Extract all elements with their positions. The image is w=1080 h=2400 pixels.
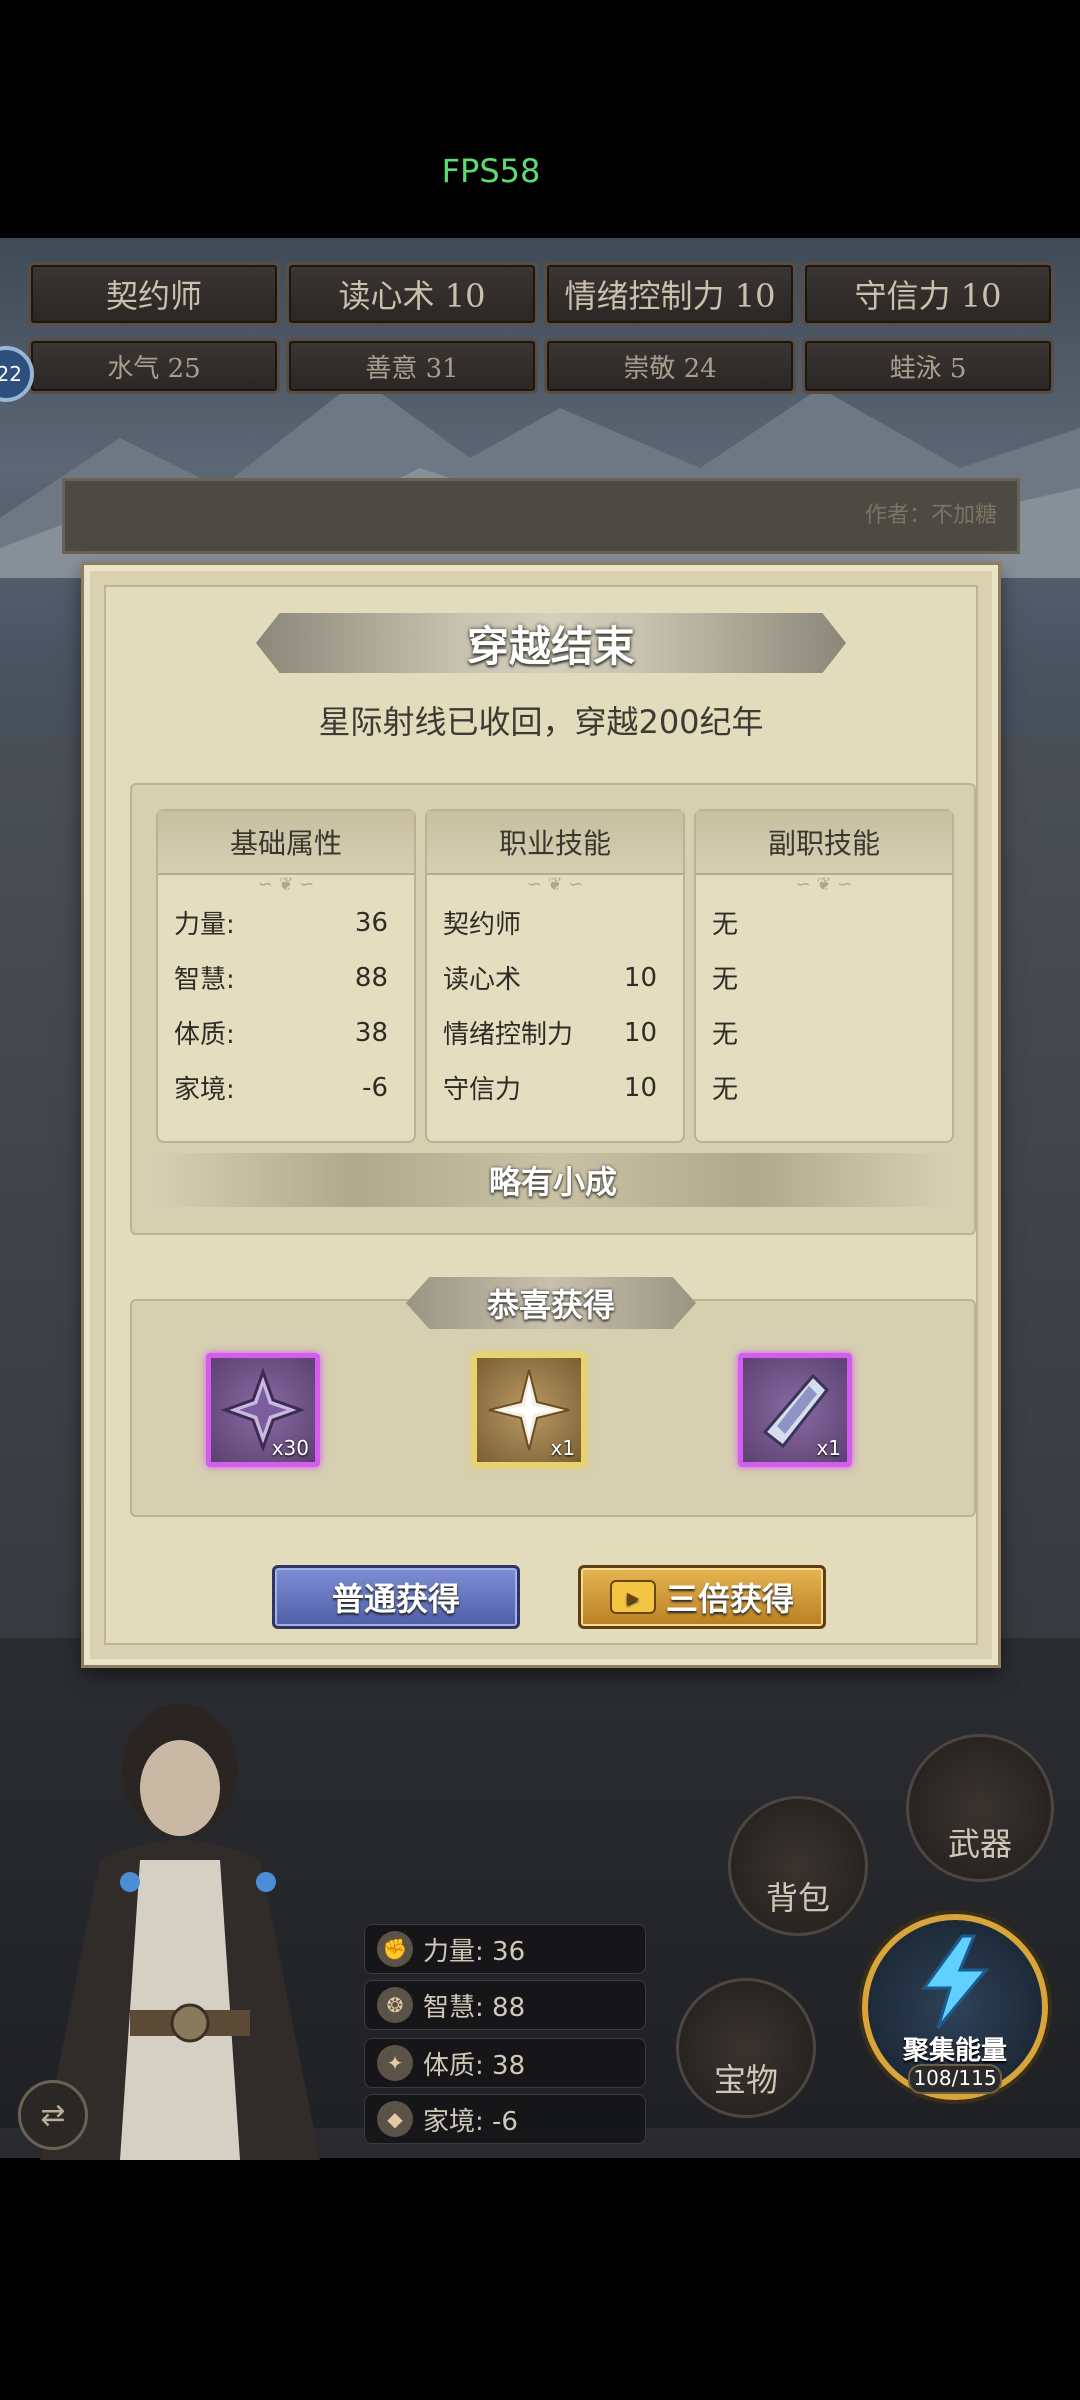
stats-summary-box: 基础属性 ∽ ❦ ∽ 力量: 36 智慧: 88 体质: 38 家境: -6 职业技能 …: [130, 783, 976, 1235]
dialog-title: 穿越结束: [466, 621, 635, 671]
skill-chip-water[interactable]: 水气 25: [28, 338, 280, 394]
bag-button[interactable]: 背包: [728, 1796, 868, 1936]
fps-counter: FPS58: [441, 152, 541, 190]
attribute-row: 力量: 36: [158, 895, 414, 950]
ornament-divider: ∽ ❦ ∽: [795, 874, 853, 895]
brain-icon: ❂: [377, 1987, 413, 2023]
skill-row: 读心术 10: [427, 950, 683, 1005]
skill-row: 守信力 10: [427, 1060, 683, 1115]
side-skill-row: 无: [696, 1005, 952, 1060]
hud-stat-constitution: ✦ 体质: 38: [364, 2038, 646, 2088]
hud-stat-family: ◆ 家境: -6: [364, 2094, 646, 2144]
row-value: 38: [354, 1017, 388, 1048]
hud-stat-strength: ✊ 力量: 36: [364, 1924, 646, 1974]
triple-claim-label: 三倍获得: [665, 1580, 794, 1618]
row-value: 88: [354, 962, 388, 993]
hud-stat-text: 力量: 36: [423, 1936, 526, 1967]
diamond-icon: ◆: [377, 2101, 413, 2137]
skill-chip-trust[interactable]: 守信力 10: [802, 262, 1054, 326]
row-label: 契约师: [443, 910, 522, 940]
row-label: 力量:: [174, 910, 235, 940]
fist-icon: ✊: [377, 1931, 413, 1967]
column-header: 职业技能: [427, 811, 683, 875]
reward-quantity: x1: [816, 1436, 841, 1460]
treasure-button[interactable]: 宝物: [676, 1978, 816, 2118]
dialog-inner-frame: 穿越结束 星际射线已收回，穿越200纪年 基础属性 ∽ ❦ ∽ 力量: 36 智慧…: [104, 585, 978, 1645]
skill-row: 契约师: [427, 895, 683, 950]
side-skill-row: 无: [696, 950, 952, 1005]
energy-count: 108/115: [908, 2064, 1002, 2094]
ornament-divider: ∽ ❦ ∽: [257, 874, 315, 895]
reward-quantity: x1: [550, 1436, 575, 1460]
row-value: 10: [623, 1017, 657, 1048]
video-play-icon: ▶: [609, 1580, 656, 1614]
row-label: 情绪控制力: [443, 1020, 574, 1050]
column-header: 基础属性: [158, 811, 414, 875]
skill-chip-breaststroke[interactable]: 蛙泳 5: [802, 338, 1054, 394]
row-label: 智慧:: [174, 965, 235, 995]
skill-chip-contractor[interactable]: 契约师: [28, 262, 280, 326]
side-skill-row: 无: [696, 1060, 952, 1115]
row-label: 读心术: [443, 965, 522, 995]
hud-stat-text: 体质: 38: [423, 2050, 526, 2081]
row-label: 守信力: [443, 1075, 522, 1105]
column-side-skills: 副职技能 ∽ ❦ ∽ 无 无 无 无: [694, 809, 954, 1143]
row-value: 36: [354, 907, 388, 938]
reward-item-purple-star[interactable]: x30: [206, 1353, 320, 1467]
skill-chip-emotion-control[interactable]: 情绪控制力 10: [544, 262, 796, 326]
ornament-divider: ∽ ❦ ∽: [526, 874, 584, 895]
background-panel: 作者：不加糖: [62, 478, 1020, 554]
skill-chip-mind-reading[interactable]: 读心术 10: [286, 262, 538, 326]
energy-label: 聚集能量: [902, 2036, 1007, 2066]
rating-banner: 略有小成: [156, 1153, 950, 1207]
column-header: 副职技能: [696, 811, 952, 875]
arm-icon: ✦: [377, 2045, 413, 2081]
weapon-label: 武器: [947, 1825, 1012, 1863]
travel-end-dialog: 穿越结束 星际射线已收回，穿越200纪年 基础属性 ∽ ❦ ∽ 力量: 36 智慧…: [84, 565, 998, 1665]
player-character: [40, 1704, 320, 2160]
skill-chip-kindness[interactable]: 善意 31: [286, 338, 538, 394]
hud-stat-text: 智慧: 88: [423, 1992, 526, 2023]
dialog-subtitle: 星际射线已收回，穿越200纪年: [318, 703, 764, 741]
row-value: 10: [623, 1072, 657, 1103]
row-label: 家境:: [174, 1075, 235, 1105]
triple-claim-button[interactable]: ▶ 三倍获得: [578, 1565, 826, 1629]
treasure-label: 宝物: [713, 2061, 778, 2099]
column-job-skills: 职业技能 ∽ ❦ ∽ 契约师 读心术 10 情绪控制力 10 守信力 10: [425, 809, 685, 1143]
lightning-icon: [921, 1934, 990, 2029]
swap-icon[interactable]: ⇄: [18, 2080, 88, 2150]
reward-item-crystal[interactable]: x1: [738, 1353, 852, 1467]
normal-claim-button[interactable]: 普通获得: [272, 1565, 520, 1629]
gather-energy-button[interactable]: 聚集能量 108/115: [862, 1914, 1048, 2100]
row-label: 无: [712, 1020, 739, 1050]
attribute-row: 智慧: 88: [158, 950, 414, 1005]
column-basic-attributes: 基础属性 ∽ ❦ ∽ 力量: 36 智慧: 88 体质: 38 家境: -6: [156, 809, 416, 1143]
row-label: 无: [712, 1075, 739, 1105]
weapon-button[interactable]: 武器: [906, 1734, 1054, 1882]
row-label: 无: [712, 910, 739, 940]
reward-title: 恭喜获得: [486, 1286, 615, 1324]
row-label: 无: [712, 965, 739, 995]
author-label: 作者：不加糖: [864, 503, 997, 528]
hud-stat-wisdom: ❂ 智慧: 88: [364, 1980, 646, 2030]
skill-row: 情绪控制力 10: [427, 1005, 683, 1060]
reward-item-gold-star[interactable]: x1: [472, 1353, 586, 1467]
bag-label: 背包: [765, 1879, 830, 1917]
side-skill-row: 无: [696, 895, 952, 950]
skill-chip-reverence[interactable]: 崇敬 24: [544, 338, 796, 394]
row-value: -6: [362, 1072, 388, 1103]
row-value: 10: [623, 962, 657, 993]
row-label: 体质:: [174, 1020, 235, 1050]
reward-quantity: x30: [271, 1436, 309, 1460]
attribute-row: 家境: -6: [158, 1060, 414, 1115]
hud-stat-text: 家境: -6: [423, 2106, 518, 2137]
attribute-row: 体质: 38: [158, 1005, 414, 1060]
